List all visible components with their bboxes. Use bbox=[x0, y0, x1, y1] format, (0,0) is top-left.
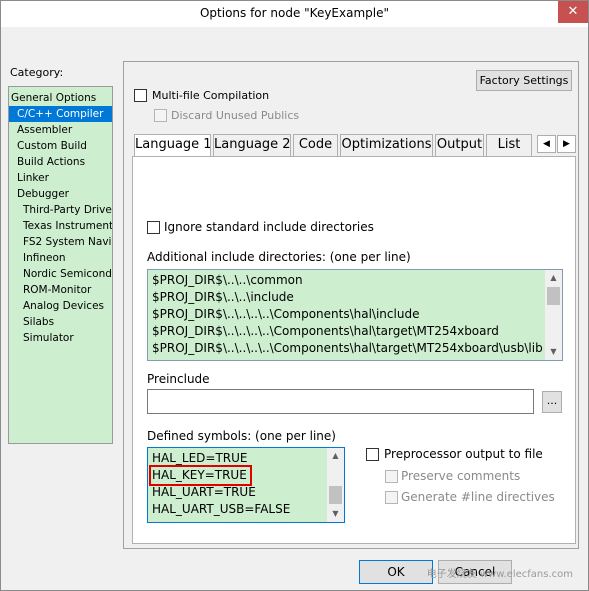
category-item[interactable]: Nordic Semicondu bbox=[9, 266, 112, 282]
scroll-thumb[interactable] bbox=[329, 486, 342, 504]
category-item[interactable]: Build Actions bbox=[9, 154, 112, 170]
include-dirs-label: Additional include directories: (one per… bbox=[147, 250, 411, 264]
category-item[interactable]: C/C++ Compiler bbox=[9, 106, 112, 122]
highlight-box bbox=[149, 465, 252, 486]
category-item[interactable]: General Options bbox=[9, 90, 112, 106]
category-item[interactable]: Debugger bbox=[9, 186, 112, 202]
ignore-std-label: Ignore standard include directories bbox=[164, 220, 374, 234]
include-dir-line: $PROJ_DIR$\..\..\..\..\Components\hal\ta… bbox=[152, 341, 543, 355]
watermark: 电子发烧友 www.elecfans.com bbox=[426, 569, 573, 580]
preprocessor-output-checkbox[interactable] bbox=[366, 448, 379, 461]
category-item[interactable]: Assembler bbox=[9, 122, 112, 138]
tab-scroll-left-icon[interactable]: ◀ bbox=[537, 135, 556, 153]
discard-unused-checkbox[interactable] bbox=[154, 109, 167, 122]
defined-symbols-scrollbar[interactable]: ▲ ▼ bbox=[327, 448, 344, 522]
scroll-down-icon[interactable]: ▼ bbox=[545, 344, 562, 360]
scroll-down-icon[interactable]: ▼ bbox=[327, 506, 344, 522]
preserve-comments-label: Preserve comments bbox=[401, 469, 521, 483]
scroll-up-icon[interactable]: ▲ bbox=[327, 448, 344, 464]
symbol-line: HAL_UART=TRUE bbox=[152, 485, 256, 499]
tab-language-2[interactable]: Language 2 bbox=[213, 134, 291, 156]
tab-output[interactable]: Output bbox=[435, 134, 484, 156]
tab-content: Ignore standard include directories Addi… bbox=[132, 156, 576, 544]
ignore-std-checkbox[interactable] bbox=[147, 221, 160, 234]
multi-file-label: Multi-file Compilation bbox=[152, 89, 270, 102]
include-dir-line: $PROJ_DIR$\..\..\common bbox=[152, 273, 303, 287]
defined-symbols-list[interactable]: HAL_LED=TRUE HAL_KEY=TRUE HAL_UART=TRUE … bbox=[147, 447, 345, 523]
tab-list[interactable]: List bbox=[486, 134, 532, 156]
preprocessor-output-label: Preprocessor output to file bbox=[384, 447, 543, 461]
include-dirs-list[interactable]: $PROJ_DIR$\..\..\common $PROJ_DIR$\..\..… bbox=[147, 269, 563, 361]
scroll-thumb[interactable] bbox=[547, 287, 560, 305]
include-dirs-scrollbar[interactable]: ▲ ▼ bbox=[545, 270, 562, 360]
title-bar: Options for node "KeyExample" ✕ bbox=[1, 1, 588, 27]
ok-button[interactable]: OK bbox=[359, 560, 433, 584]
preinclude-browse-button[interactable]: ... bbox=[542, 391, 562, 413]
factory-settings-button[interactable]: Factory Settings bbox=[476, 70, 572, 91]
generate-line-label: Generate #line directives bbox=[401, 490, 555, 504]
category-item[interactable]: Texas Instruments bbox=[9, 218, 112, 234]
include-dir-line: $PROJ_DIR$\..\..\..\..\Components\hal\ta… bbox=[152, 324, 499, 338]
preserve-comments-checkbox[interactable] bbox=[385, 470, 398, 483]
preinclude-input[interactable] bbox=[147, 389, 534, 414]
category-item[interactable]: Linker bbox=[9, 170, 112, 186]
tab-language-1[interactable]: Language 1 bbox=[134, 134, 211, 157]
category-item[interactable]: FS2 System Naviga bbox=[9, 234, 112, 250]
category-item[interactable]: Silabs bbox=[9, 314, 112, 330]
tab-optimizations[interactable]: Optimizations bbox=[340, 134, 433, 156]
close-button[interactable]: ✕ bbox=[558, 1, 588, 23]
category-item[interactable]: Third-Party Driver bbox=[9, 202, 112, 218]
category-item[interactable]: Infineon bbox=[9, 250, 112, 266]
tab-scroll-right-icon[interactable]: ▶ bbox=[557, 135, 576, 153]
category-item[interactable]: Custom Build bbox=[9, 138, 112, 154]
window-title: Options for node "KeyExample" bbox=[199, 6, 390, 20]
discard-unused-label: Discard Unused Publics bbox=[171, 109, 300, 122]
category-item[interactable]: ROM-Monitor bbox=[9, 282, 112, 298]
category-item[interactable]: Simulator bbox=[9, 330, 112, 346]
symbol-line: HAL_UART_USB=FALSE bbox=[152, 502, 291, 516]
category-label: Category: bbox=[10, 66, 64, 79]
multi-file-checkbox[interactable] bbox=[134, 89, 147, 102]
tab-code[interactable]: Code bbox=[293, 134, 338, 156]
include-dir-line: $PROJ_DIR$\..\..\include bbox=[152, 290, 294, 304]
scroll-up-icon[interactable]: ▲ bbox=[545, 270, 562, 286]
preinclude-label: Preinclude bbox=[147, 372, 210, 386]
category-list[interactable]: General Options C/C++ Compiler Assembler Cu… bbox=[8, 86, 113, 444]
defined-symbols-label: Defined symbols: (one per line) bbox=[147, 429, 336, 443]
category-item[interactable]: Analog Devices bbox=[9, 298, 112, 314]
options-dialog: Options for node "KeyExample" ✕ Category… bbox=[0, 0, 589, 591]
include-dir-line: $PROJ_DIR$\..\..\..\..\Components\hal\in… bbox=[152, 307, 420, 321]
generate-line-checkbox[interactable] bbox=[385, 491, 398, 504]
